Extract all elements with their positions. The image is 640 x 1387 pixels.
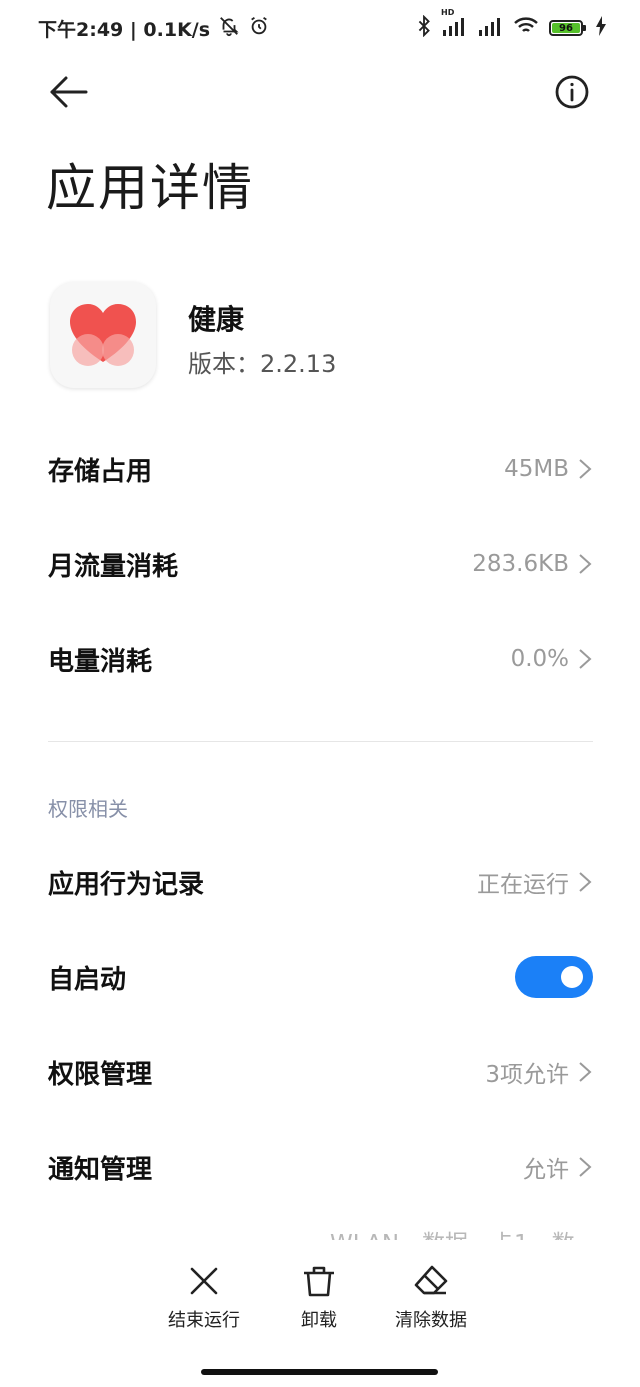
alarm-icon xyxy=(248,15,270,42)
close-icon xyxy=(190,1267,218,1295)
cell-signal-icon xyxy=(477,16,503,41)
eraser-icon xyxy=(414,1265,448,1295)
cell-signal-hd-icon: HD xyxy=(441,8,467,41)
battery-usage-row[interactable]: 电量消耗 0.0% xyxy=(48,629,593,689)
data-usage-row[interactable]: 月流量消耗 283.6KB xyxy=(48,534,593,594)
bottom-action-bar: 结束运行 卸载 清除数据 xyxy=(0,1240,640,1340)
app-behavior-label: 应用行为记录 xyxy=(48,869,205,900)
chevron-right-icon xyxy=(579,1062,592,1082)
network-tag: HD xyxy=(441,7,455,17)
home-indicator[interactable] xyxy=(201,1369,438,1375)
bluetooth-icon xyxy=(417,14,431,42)
permission-management-label: 权限管理 xyxy=(48,1059,153,1090)
app-version: 版本：2.2.13 xyxy=(188,350,337,378)
data-usage-label: 月流量消耗 xyxy=(48,551,179,582)
health-app-icon xyxy=(50,282,156,388)
app-detail-screen: 下午2:49 | 0.1K/s HD 96 应用详情 健康 版本：2.2.13 … xyxy=(0,0,640,1387)
trash-icon xyxy=(304,1266,334,1297)
permission-management-value: 3项允许 xyxy=(485,1062,569,1088)
autostart-toggle[interactable] xyxy=(515,956,593,998)
notification-management-value: 允许 xyxy=(523,1157,569,1183)
battery-level: 96 xyxy=(552,23,580,34)
status-time-speed: 下午2:49 | 0.1K/s xyxy=(38,18,211,41)
chevron-right-icon xyxy=(579,554,592,574)
app-behavior-value: 正在运行 xyxy=(477,872,569,898)
info-button[interactable] xyxy=(552,72,592,112)
chevron-right-icon xyxy=(579,872,592,892)
back-button[interactable] xyxy=(46,72,90,112)
permission-management-row[interactable]: 权限管理 3项允许 xyxy=(48,1042,593,1102)
chevron-right-icon xyxy=(579,459,592,479)
clear-data-button[interactable]: 清除数据 xyxy=(395,1264,467,1332)
battery-usage-value: 0.0% xyxy=(510,646,569,672)
chevron-right-icon xyxy=(579,649,592,669)
autostart-row: 自启动 xyxy=(48,947,593,1007)
permissions-section-title: 权限相关 xyxy=(48,797,128,821)
data-usage-value: 283.6KB xyxy=(472,551,569,577)
status-right: HD 96 xyxy=(417,8,606,42)
uninstall-label: 卸载 xyxy=(301,1310,337,1331)
mute-icon xyxy=(218,15,240,42)
info-icon xyxy=(555,75,589,109)
status-left: 下午2:49 | 0.1K/s xyxy=(38,15,270,42)
battery-usage-label: 电量消耗 xyxy=(48,646,153,677)
force-stop-button[interactable]: 结束运行 xyxy=(168,1264,240,1332)
notification-management-label: 通知管理 xyxy=(48,1154,153,1185)
storage-value: 45MB xyxy=(504,456,569,482)
app-behavior-row[interactable]: 应用行为记录 正在运行 xyxy=(48,852,593,912)
heart-icon xyxy=(70,304,136,366)
status-bar: 下午2:49 | 0.1K/s HD 96 xyxy=(0,0,640,56)
clipped-row-text: WLAN、数据、卡1、数 xyxy=(330,1230,575,1240)
toggle-knob xyxy=(561,966,583,988)
battery-icon: 96 xyxy=(549,20,586,36)
force-stop-label: 结束运行 xyxy=(168,1310,240,1331)
app-name: 健康 xyxy=(188,303,245,336)
page-title: 应用详情 xyxy=(46,159,254,217)
back-arrow-icon xyxy=(50,76,88,108)
storage-row[interactable]: 存储占用 45MB xyxy=(48,439,593,499)
chevron-right-icon xyxy=(579,1157,592,1177)
uninstall-button[interactable]: 卸载 xyxy=(301,1264,337,1332)
section-divider xyxy=(48,741,593,742)
charging-icon xyxy=(596,15,606,41)
clear-data-label: 清除数据 xyxy=(395,1310,467,1331)
autostart-label: 自启动 xyxy=(48,964,127,995)
notification-management-row[interactable]: 通知管理 允许 xyxy=(48,1137,593,1197)
wifi-icon xyxy=(513,16,539,41)
storage-label: 存储占用 xyxy=(48,456,153,487)
